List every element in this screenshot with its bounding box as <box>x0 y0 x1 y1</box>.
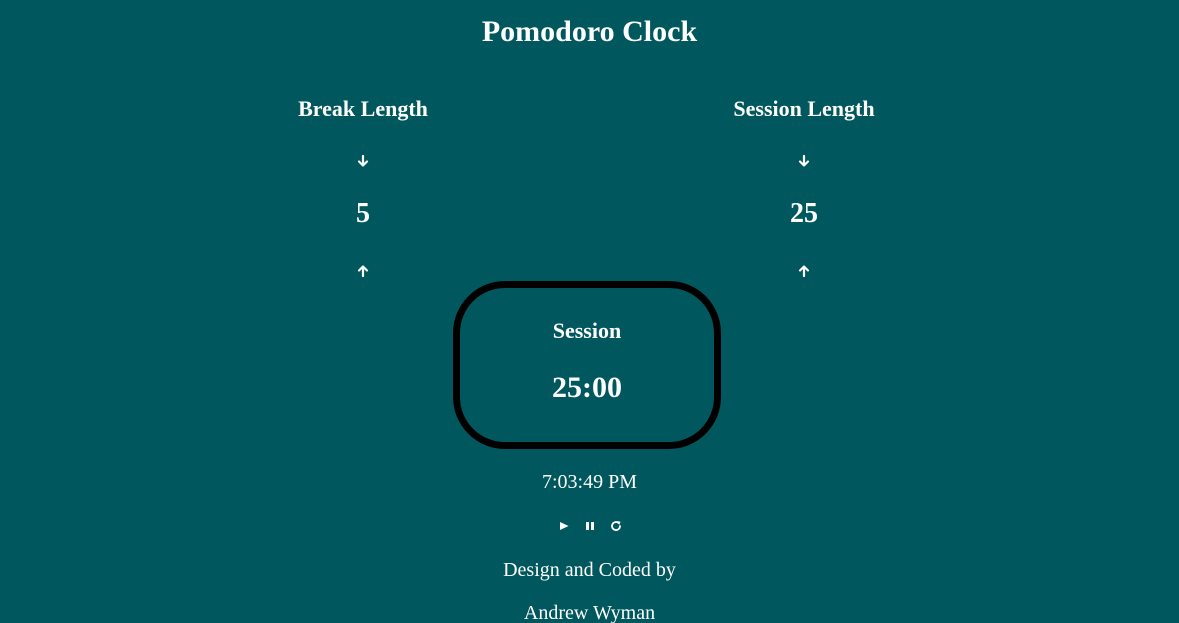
break-length-label: Break Length <box>298 96 428 121</box>
refresh-icon <box>610 521 621 531</box>
timer-countdown: 25:00 <box>552 371 622 404</box>
arrow-up-icon <box>798 265 810 278</box>
break-decrement-button[interactable] <box>351 149 375 173</box>
session-increment-button[interactable] <box>792 259 816 283</box>
pause-icon <box>585 522 594 530</box>
current-time: 7:03:49 PM <box>541 471 638 493</box>
play-icon <box>559 522 568 530</box>
timer-controls <box>0 517 1179 535</box>
page-title: Pomodoro Clock <box>481 15 698 48</box>
arrow-down-icon <box>798 154 810 167</box>
pause-button[interactable] <box>582 517 598 535</box>
session-length-label: Session Length <box>733 96 875 121</box>
play-button[interactable] <box>556 517 572 535</box>
pomodoro-app: Pomodoro Clock Break Length 5 Session Le… <box>0 0 1179 623</box>
arrow-down-icon <box>357 154 369 167</box>
break-length-value: 5 <box>356 198 370 229</box>
arrow-up-icon <box>357 265 369 278</box>
author-name: Andrew Wyman <box>523 602 656 623</box>
session-decrement-button[interactable] <box>792 149 816 173</box>
break-increment-button[interactable] <box>351 259 375 283</box>
session-length-value: 25 <box>790 198 818 229</box>
timer-label: Session <box>552 318 622 343</box>
reset-button[interactable] <box>608 517 624 535</box>
session-length-control: Session Length 25 <box>674 92 934 278</box>
credit-line: Design and Coded by <box>503 559 676 581</box>
timer-display: Session 25:00 <box>453 281 721 449</box>
break-length-control: Break Length 5 <box>233 92 493 278</box>
